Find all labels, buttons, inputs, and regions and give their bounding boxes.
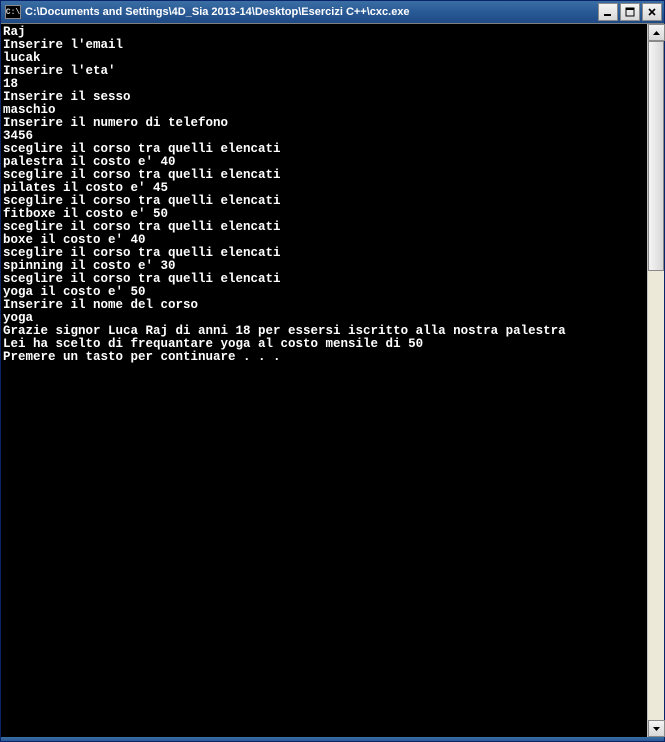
scroll-track[interactable]: [648, 41, 664, 720]
scroll-thumb[interactable]: [648, 41, 664, 271]
close-button[interactable]: [642, 3, 662, 21]
content-area: Raj Inserire l'email lucak Inserire l'et…: [1, 23, 664, 737]
console-window: C:\ C:\Documents and Settings\4D_Sia 201…: [0, 0, 665, 742]
minimize-button[interactable]: [598, 3, 618, 21]
console-output[interactable]: Raj Inserire l'email lucak Inserire l'et…: [1, 24, 647, 737]
titlebar[interactable]: C:\ C:\Documents and Settings\4D_Sia 201…: [1, 1, 664, 23]
arrow-up-icon: [653, 31, 660, 35]
scroll-down-button[interactable]: [648, 720, 665, 737]
arrow-down-icon: [653, 727, 660, 731]
window-title: C:\Documents and Settings\4D_Sia 2013-14…: [25, 6, 598, 18]
maximize-button[interactable]: [620, 3, 640, 21]
taskbar-strip: [1, 737, 664, 741]
vertical-scrollbar[interactable]: [647, 24, 664, 737]
app-icon[interactable]: C:\: [5, 5, 21, 19]
scroll-up-button[interactable]: [648, 24, 665, 41]
window-controls: [598, 3, 662, 21]
